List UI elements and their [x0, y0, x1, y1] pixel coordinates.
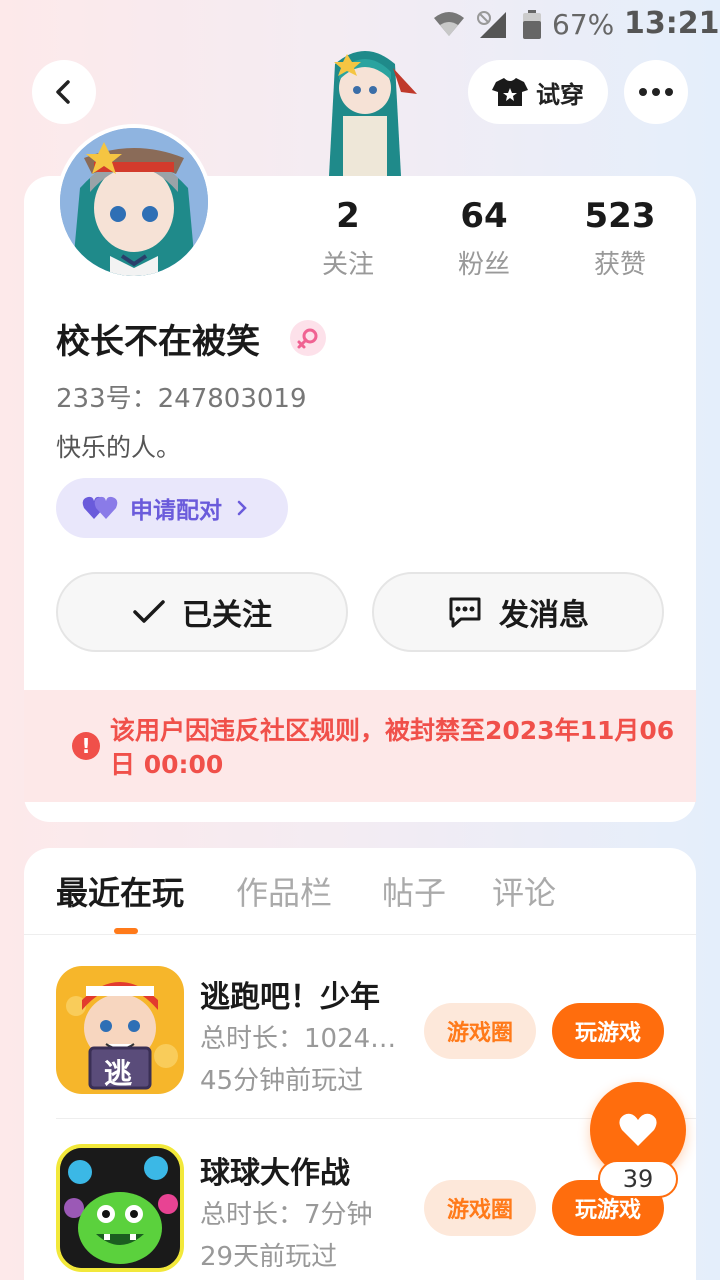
status-bar: 67% 13:21	[0, 0, 720, 50]
chevron-right-icon	[237, 500, 247, 516]
user-id: 233号：247803019	[56, 384, 307, 414]
female-gender-icon	[290, 320, 326, 356]
battery-percent: 67%	[552, 8, 615, 41]
heart-icon	[619, 1113, 657, 1146]
game-title[interactable]: 球球大作战	[200, 1148, 400, 1192]
apply-match-label: 申请配对	[130, 498, 222, 524]
game-last-played: 45分钟前玩过	[200, 1066, 364, 1096]
try-on-label: 试穿	[536, 80, 584, 109]
stat-likes[interactable]: 523 获赞	[560, 196, 680, 281]
play-game-button[interactable]: 玩游戏	[552, 1003, 664, 1059]
game-title[interactable]: 逃跑吧！少年	[200, 972, 400, 1016]
more-dots-icon	[639, 88, 673, 96]
game-duration: 总时长：1024分钟	[200, 1024, 400, 1054]
alert-icon: !	[72, 732, 100, 760]
stat-following[interactable]: 2 关注	[288, 196, 408, 281]
like-count-badge: 39	[598, 1160, 678, 1198]
bio: 快乐的人。	[56, 433, 182, 462]
double-heart-icon	[82, 496, 118, 519]
game-duration: 总时长：7分钟	[200, 1200, 373, 1230]
wifi-icon	[434, 12, 464, 36]
signal-icon	[477, 11, 506, 38]
stat-likes-value: 523	[584, 196, 656, 236]
avatar-3d-figure[interactable]	[305, 44, 425, 176]
battery-icon	[523, 10, 541, 39]
game-icon-text: 逃	[104, 1057, 133, 1090]
game-circle-button[interactable]: 游戏圈	[424, 1003, 536, 1059]
try-on-button[interactable]: 试穿	[468, 60, 608, 124]
stat-followers-label: 粉丝	[457, 250, 510, 280]
stat-followers[interactable]: 64 粉丝	[424, 196, 544, 281]
stat-following-label: 关注	[321, 250, 374, 280]
chat-bubble-icon	[449, 597, 481, 628]
divider	[24, 934, 696, 935]
username: 校长不在被笑	[56, 322, 260, 362]
tab-works[interactable]: 作品栏	[236, 868, 332, 914]
send-message-label: 发消息	[499, 598, 589, 633]
ban-notice: 该用户因违反社区规则，被封禁至2023年11月06日 00:00	[24, 690, 696, 802]
tab-posts[interactable]: 帖子	[382, 868, 446, 914]
more-button[interactable]	[624, 60, 688, 124]
back-button[interactable]	[32, 60, 96, 124]
check-icon	[133, 600, 165, 623]
game-circle-button[interactable]: 游戏圈	[424, 1180, 536, 1236]
clock: 13:21	[624, 6, 720, 41]
stat-following-value: 2	[336, 196, 360, 236]
game-last-played: 29天前玩过	[200, 1242, 338, 1272]
chevron-left-icon	[56, 80, 70, 104]
stat-followers-value: 64	[460, 196, 508, 236]
followed-label: 已关注	[182, 598, 272, 633]
game-icon-ball-battle[interactable]	[56, 1144, 184, 1272]
avatar[interactable]	[56, 124, 212, 280]
tab-comments[interactable]: 评论	[492, 868, 556, 914]
tab-recently-played[interactable]: 最近在玩	[56, 868, 184, 914]
game-icon-escape[interactable]: 逃	[56, 966, 184, 1094]
shirt-icon	[492, 78, 528, 106]
apply-match-button[interactable]: 申请配对	[56, 478, 288, 538]
stat-likes-label: 获赞	[593, 250, 646, 280]
send-message-button[interactable]: 发消息	[372, 572, 664, 652]
followed-button[interactable]: 已关注	[56, 572, 348, 652]
